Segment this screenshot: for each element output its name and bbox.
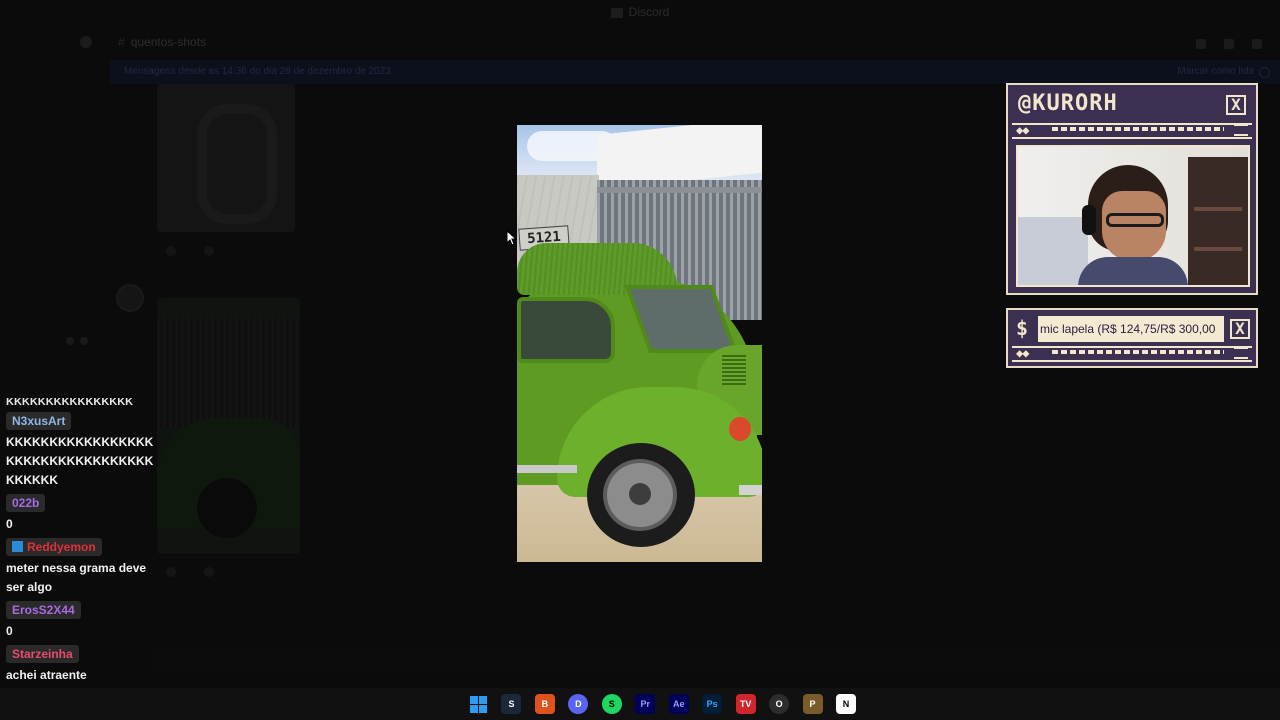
steam-icon[interactable]: S — [501, 694, 522, 714]
decor-progress-bar: ◆◆ — [1012, 346, 1252, 362]
windows-taskbar: S B D S Pr Ae Ps TV O P N — [0, 688, 1280, 720]
message-input[interactable] — [157, 650, 1280, 672]
close-banner-icon[interactable] — [1259, 67, 1270, 78]
reaction-icon[interactable] — [166, 567, 176, 577]
banner-text: Mensagens desde as 14:36 do dia 28 de de… — [124, 66, 391, 77]
decor-progress-bar: ◆◆ — [1012, 123, 1252, 139]
brave-icon[interactable]: B — [534, 694, 555, 714]
webcam-feed — [1016, 145, 1250, 287]
car-window — [517, 297, 615, 363]
video-attachment[interactable] — [157, 298, 300, 554]
streamer-handle: @KURORH — [1018, 91, 1118, 116]
chat-message: Reddyemon meter nessa grama deve ser alg… — [6, 538, 156, 597]
donation-goal-overlay: $ mic lapela (R$ 124,75/R$ 300,00 X ◆◆ — [1006, 308, 1258, 368]
chat-username: Starzeinha — [6, 645, 79, 663]
channel-header: # quentos-shots — [110, 30, 1280, 56]
webcam-overlay: @KURORH X ◆◆ — [1006, 83, 1258, 295]
video-app-icon[interactable]: TV — [735, 694, 756, 714]
spotify-icon[interactable]: S — [601, 694, 622, 714]
chat-username: 022b — [6, 494, 46, 512]
reaction-icon[interactable] — [204, 567, 214, 577]
notion-icon[interactable]: N — [835, 694, 856, 714]
chat-username: N3xusArt — [6, 412, 72, 430]
channel-name: quentos-shots — [130, 35, 207, 49]
chat-message-text: KKKKKKKKKKKKKKKK — [6, 398, 134, 408]
hash-icon: # — [118, 35, 125, 49]
image-attachment[interactable] — [157, 84, 295, 232]
reaction-icon[interactable] — [204, 246, 214, 256]
discord-icon — [610, 7, 623, 18]
badge-icon — [12, 541, 23, 552]
chat-message: N3xusArt KKKKKKKKKKKKKKKKKKKKKKKKKKKKKKK… — [6, 412, 156, 490]
close-icon: X — [1230, 319, 1250, 339]
pen-tool-icon[interactable]: P — [802, 694, 823, 714]
double-arrow-icon: ◆◆ — [1016, 346, 1029, 360]
obs-icon[interactable]: O — [769, 694, 790, 714]
settings-icon[interactable] — [80, 337, 88, 345]
chat-message: 022b 0 — [6, 494, 156, 534]
photoshop-icon[interactable]: Ps — [702, 694, 723, 714]
close-icon: X — [1226, 95, 1246, 115]
chat-username: ErosS2X44 — [6, 601, 81, 619]
donation-ticker: mic lapela (R$ 124,75/R$ 300,00 — [1038, 316, 1224, 342]
chat-username-wrap: Reddyemon — [6, 538, 102, 556]
taskbar-apps: S B D S Pr Ae Ps TV O P N — [468, 694, 865, 714]
discord-icon[interactable]: D — [568, 694, 589, 714]
chat-message: Starzeinha achei atraente — [6, 645, 156, 685]
member-list-icon[interactable] — [80, 36, 92, 48]
pin-icon[interactable] — [1252, 39, 1262, 49]
chat-message: ErosS2X44 0 — [6, 601, 156, 641]
avatar[interactable] — [116, 284, 144, 312]
webcam-header: @KURORH X — [1012, 89, 1252, 121]
chat-message-text: 0 — [6, 517, 13, 531]
chat-message-text: meter nessa grama deve ser algo — [6, 561, 147, 594]
stream-chat: KKKKKKKKKKKKKKKK N3xusArt KKKKKKKKKKKKKK… — [6, 398, 156, 685]
new-messages-banner[interactable]: Mensagens desde as 14:36 do dia 28 de de… — [110, 60, 1280, 84]
expanded-video[interactable]: 5121 — [517, 125, 762, 562]
chat-message-text: KKKKKKKKKKKKKKKKKKKKKKKKKKKKKKKKKKKKKKKK — [6, 435, 154, 487]
double-arrow-icon: ◆◆ — [1016, 123, 1029, 137]
window-title: Discord — [0, 0, 1280, 26]
streamer — [1078, 165, 1188, 285]
chat-username: Reddyemon — [27, 540, 96, 554]
chat-message-text: 0 — [6, 624, 13, 638]
reaction-icon[interactable] — [166, 246, 176, 256]
mark-read-link[interactable]: Marcar como lida — [1177, 60, 1254, 84]
header-icons — [1178, 36, 1262, 54]
chat-message-text: achei atraente — [6, 668, 87, 682]
notification-icon[interactable] — [1224, 39, 1234, 49]
premiere-icon[interactable]: Pr — [635, 694, 656, 714]
mic-icon[interactable] — [66, 337, 74, 345]
windows-start-icon[interactable] — [468, 694, 488, 714]
after-effects-icon[interactable]: Ae — [668, 694, 689, 714]
voice-controls — [66, 332, 94, 350]
car-headlight — [729, 417, 751, 441]
dollar-icon: $ — [1016, 316, 1029, 340]
donation-ticker-text: mic lapela (R$ 124,75/R$ 300,00 — [1040, 322, 1216, 336]
threads-icon[interactable] — [1196, 39, 1206, 49]
